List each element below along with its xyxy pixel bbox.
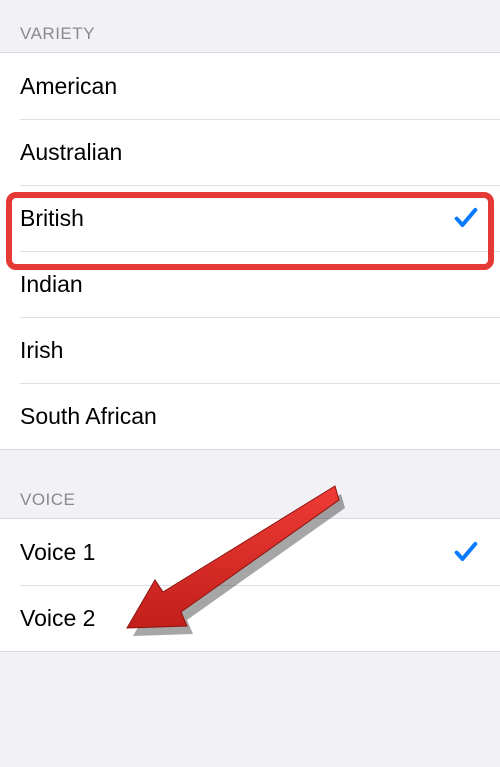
variety-row-american[interactable]: American (0, 53, 500, 119)
section-header-variety: Variety (0, 0, 500, 52)
variety-row-british[interactable]: British (0, 185, 500, 251)
voice-row-voice1[interactable]: Voice 1 (0, 519, 500, 585)
voice-row-voice2[interactable]: Voice 2 (0, 585, 500, 651)
variety-label: American (20, 73, 117, 100)
checkmark-icon (452, 538, 480, 566)
variety-row-south-african[interactable]: South African (0, 383, 500, 449)
variety-label: Irish (20, 337, 63, 364)
variety-row-indian[interactable]: Indian (0, 251, 500, 317)
variety-label: South African (20, 403, 157, 430)
checkmark-icon (452, 204, 480, 232)
variety-list: American Australian British Indian Irish… (0, 52, 500, 450)
voice-label: Voice 2 (20, 605, 95, 632)
voice-list: Voice 1 Voice 2 (0, 518, 500, 652)
voice-label: Voice 1 (20, 539, 95, 566)
variety-label: Australian (20, 139, 122, 166)
variety-label: British (20, 205, 84, 232)
variety-row-irish[interactable]: Irish (0, 317, 500, 383)
variety-row-australian[interactable]: Australian (0, 119, 500, 185)
section-header-voice: Voice (0, 450, 500, 518)
variety-label: Indian (20, 271, 83, 298)
